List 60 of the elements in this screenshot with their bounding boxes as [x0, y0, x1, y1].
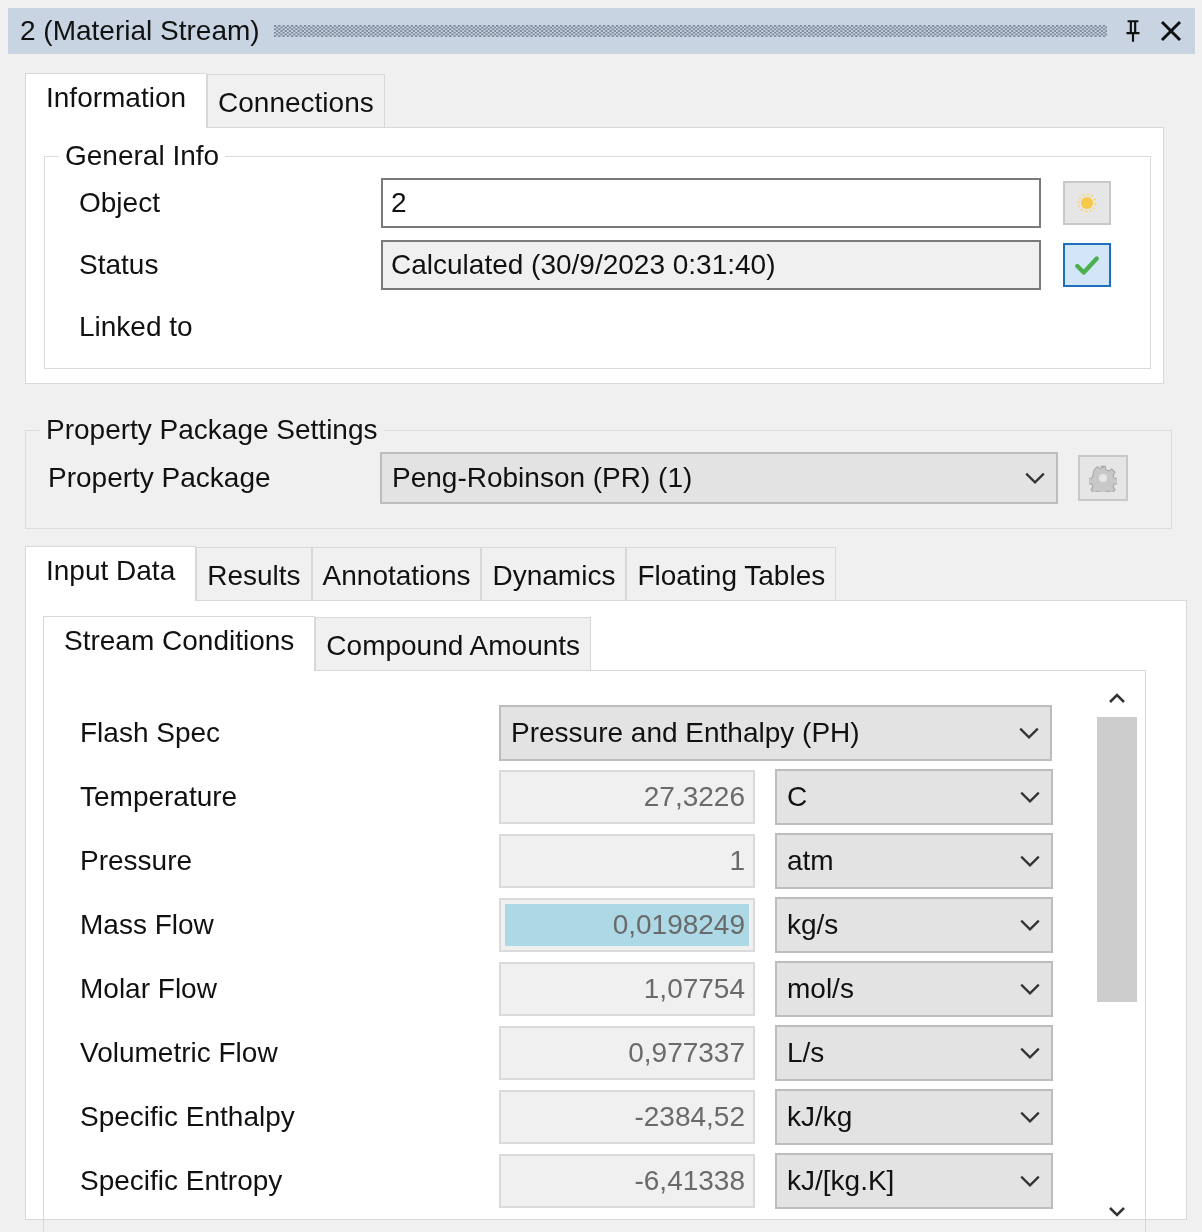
field-label: Volumetric Flow — [80, 1037, 279, 1069]
close-icon[interactable] — [1159, 18, 1183, 44]
field-label: Temperature — [80, 781, 239, 813]
tab[interactable]: Input Data — [25, 546, 197, 601]
value-field[interactable]: -2384,52 — [499, 1090, 755, 1144]
unit-dropdown[interactable]: kJ/[kg.K] — [775, 1153, 1053, 1209]
tab[interactable]: Connections — [207, 74, 385, 127]
chevron-down-icon — [1019, 982, 1041, 996]
group-title: Property Package Settings — [45, 414, 379, 446]
sun-icon — [1077, 193, 1097, 213]
unit-dropdown[interactable]: C — [775, 769, 1053, 825]
chevron-down-icon — [1018, 726, 1040, 740]
tab[interactable]: Information — [25, 73, 208, 128]
field-label: Status — [79, 249, 160, 281]
chevron-down-icon — [1019, 918, 1041, 932]
flash-spec-dropdown[interactable]: Pressure and Enthalpy (PH) — [499, 705, 1052, 761]
unit-dropdown[interactable]: L/s — [775, 1025, 1053, 1081]
field-label: Pressure — [80, 845, 194, 877]
field-label: Linked to — [79, 311, 194, 343]
tab[interactable]: Stream Conditions — [43, 616, 316, 671]
unit-dropdown[interactable]: mol/s — [775, 961, 1053, 1017]
tab[interactable]: Annotations — [311, 547, 482, 600]
unit-dropdown[interactable]: kg/s — [775, 897, 1053, 953]
check-icon — [1074, 254, 1100, 276]
scroll-up-icon[interactable] — [1107, 691, 1127, 705]
unit-dropdown[interactable]: kJ/kg — [775, 1089, 1053, 1145]
check-button[interactable] — [1063, 243, 1111, 287]
chevron-down-icon — [1019, 1046, 1041, 1060]
tab[interactable]: Compound Amounts — [315, 617, 592, 670]
value-field[interactable]: 0,0198249 — [499, 898, 755, 952]
chevron-down-icon — [1019, 1110, 1041, 1124]
value-field[interactable]: 1 — [499, 834, 755, 888]
property-package-dropdown[interactable]: Peng-Robinson (PR) (1) — [380, 452, 1058, 504]
field-label: Specific Enthalpy — [80, 1101, 296, 1133]
chevron-down-icon — [1019, 1174, 1041, 1188]
field-label: Flash Spec — [80, 717, 222, 749]
field-label: Property Package — [48, 462, 272, 494]
gear-icon — [1089, 464, 1117, 492]
drag-grip-icon — [273, 25, 1107, 37]
group-title: General Info — [64, 140, 221, 172]
field-label: Specific Entropy — [80, 1165, 284, 1197]
value-field[interactable]: 27,3226 — [499, 770, 755, 824]
value-field[interactable]: -6,41338 — [499, 1154, 755, 1208]
chevron-down-icon — [1024, 471, 1046, 485]
status-field: Calculated (30/9/2023 0:31:40) — [381, 240, 1041, 290]
unit-dropdown[interactable]: atm — [775, 833, 1053, 889]
tab[interactable]: Results — [196, 547, 312, 600]
field-label: Molar Flow — [80, 973, 218, 1005]
window-title: 2 (Material Stream) — [20, 15, 260, 47]
value-field[interactable]: 1,07754 — [499, 962, 755, 1016]
scrollbar-thumb[interactable] — [1097, 717, 1137, 1002]
tab[interactable]: Floating Tables — [626, 547, 837, 600]
scroll-down-icon[interactable] — [1107, 1205, 1127, 1219]
object-field[interactable]: 2 — [381, 178, 1041, 228]
field-label: Object — [79, 187, 161, 219]
tab[interactable]: Dynamics — [481, 547, 627, 600]
chevron-down-icon — [1019, 854, 1041, 868]
chevron-down-icon — [1019, 790, 1041, 804]
field-label: Mass Flow — [80, 909, 215, 941]
value-field[interactable]: 0,977337 — [499, 1026, 755, 1080]
